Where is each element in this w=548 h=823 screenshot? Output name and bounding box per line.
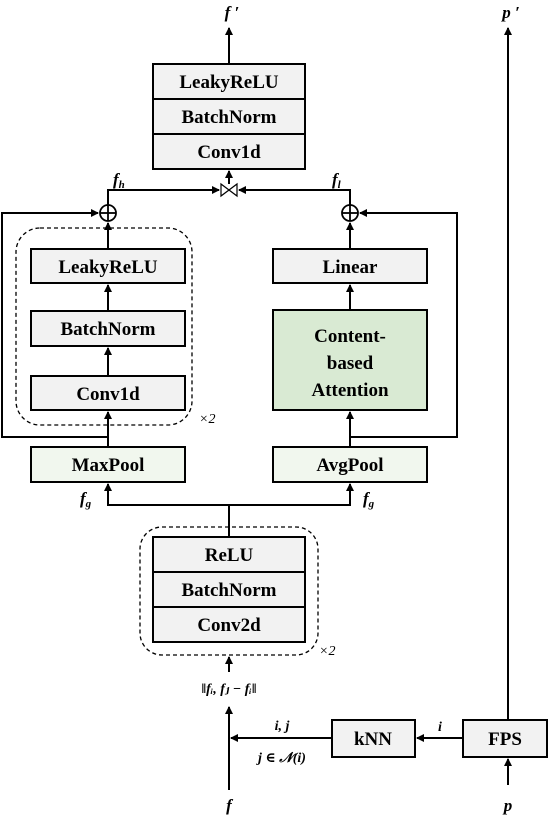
- left-batchnorm: BatchNorm: [61, 319, 156, 340]
- left-leakyrelu: LeakyReLU: [58, 257, 158, 278]
- edge-repeat: ×2: [319, 644, 335, 659]
- left-conv1d: Conv1d: [76, 384, 140, 405]
- neighbor-label: j ∈ 𝒩(i): [256, 751, 306, 766]
- ij-label: i, j: [275, 719, 290, 734]
- left-repeat: ×2: [199, 412, 215, 427]
- knn: kNN: [354, 729, 392, 750]
- edge-input-label: ‖fᵢ, fⱼ − fᵢ‖: [201, 682, 256, 697]
- concat-bowtie-icon: [220, 182, 238, 198]
- top-conv1d: Conv1d: [197, 142, 261, 163]
- attention-line-3: Attention: [311, 380, 388, 401]
- edge-conv2d: Conv2d: [197, 615, 261, 636]
- add-icon: [341, 204, 359, 222]
- edge-batchnorm: BatchNorm: [182, 580, 277, 601]
- input-features: f: [226, 796, 234, 815]
- fg-label-left: fg: [80, 489, 92, 510]
- top-batchnorm: BatchNorm: [182, 107, 277, 128]
- attention-line-1: Content-: [314, 326, 386, 347]
- edge-relu: ReLU: [205, 545, 254, 566]
- fps: FPS: [488, 729, 522, 750]
- output-features: f ′: [225, 3, 240, 22]
- add-icon: [99, 204, 117, 222]
- fl-label: fl: [332, 170, 342, 191]
- maxpool: MaxPool: [72, 455, 145, 476]
- output-points: p ′: [500, 3, 520, 22]
- linear: Linear: [323, 257, 378, 278]
- avgpool: AvgPool: [316, 455, 383, 476]
- i-label: i: [438, 720, 442, 735]
- attention-line-2: based: [327, 353, 374, 374]
- top-leakyrelu: LeakyReLU: [179, 72, 279, 93]
- architecture-diagram: LeakyReLU BatchNorm Conv1d LeakyReLU Bat…: [0, 0, 548, 818]
- fh-label: fh: [113, 170, 125, 191]
- input-points: p: [502, 796, 513, 815]
- fg-label-right: fg: [363, 489, 375, 510]
